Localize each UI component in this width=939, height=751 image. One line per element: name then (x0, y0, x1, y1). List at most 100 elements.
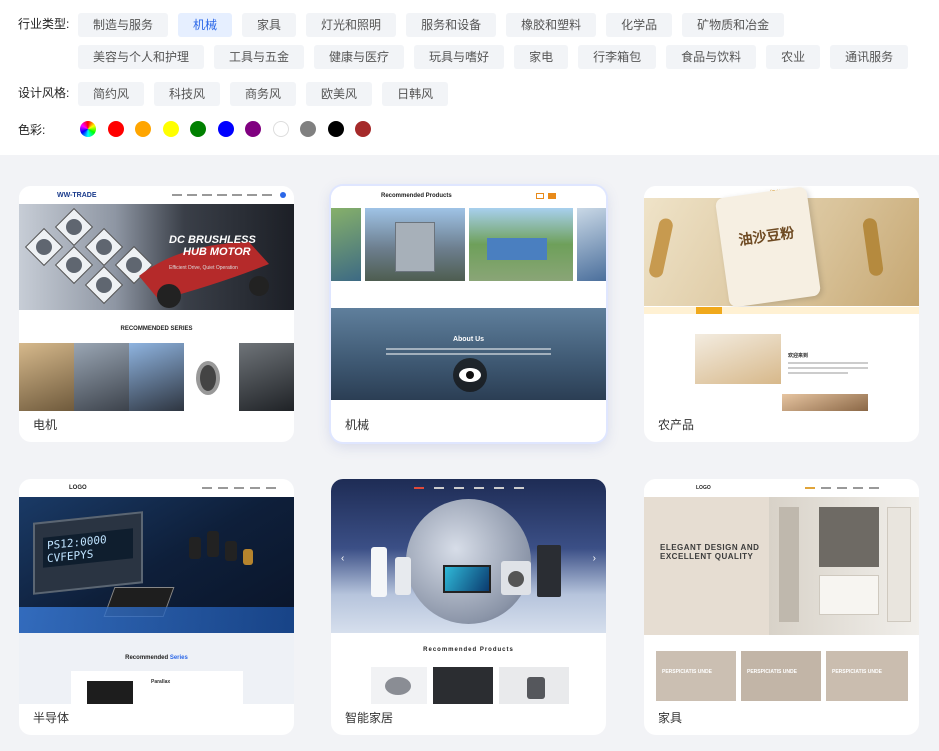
agriculture-product-photo (695, 334, 781, 384)
industry-chip[interactable]: 健康与医疗 (314, 45, 405, 69)
template-card-machinery[interactable]: Recommended Products About Us 机械 (331, 186, 606, 442)
semiconductor-thumbnail: LOGO PS12:0000 CVFEPYS Recommended Serie… (19, 479, 294, 704)
motor-product-photo-5 (239, 343, 294, 411)
card-caption: 机械 (345, 418, 370, 432)
furniture-tile-1: PERSPICIATIS UNDE (656, 651, 736, 701)
color-swatch-group (80, 121, 383, 137)
industry-chip[interactable]: 矿物质和冶金 (682, 13, 785, 37)
agriculture-thumbnail: 红黄花米 油沙豆粉 欢迎来到 (644, 186, 919, 411)
smart-home-next-arrow-icon[interactable]: › (593, 553, 596, 564)
motor-hero-title-1: DC BRUSHLESS (169, 234, 256, 246)
industry-chip[interactable]: 行李箱包 (578, 45, 657, 69)
color-swatch[interactable] (135, 121, 151, 137)
motor-product-photo-3 (129, 343, 184, 411)
furniture-thumbnail: LOGO ELEGANT DESIGN AND EXCELLENT QUALIT… (644, 479, 919, 704)
semiconductor-section-title-b: Series (169, 655, 188, 661)
furniture-hero: ELEGANT DESIGN AND EXCELLENT QUALITY (644, 497, 919, 635)
motor-section-title: RECOMMENDED SERIES (120, 326, 193, 332)
preview-eye-icon[interactable] (453, 358, 487, 392)
motor-site-logo: WW-TRADE (57, 191, 97, 199)
color-swatch[interactable] (300, 121, 316, 137)
industry-chip[interactable]: 化学品 (606, 13, 673, 37)
style-label: 设计风格: (18, 86, 70, 100)
color-swatch[interactable] (327, 121, 344, 137)
industry-chip[interactable]: 机械 (178, 13, 233, 37)
industry-chip[interactable]: 家具 (242, 13, 297, 37)
card-caption: 半导体 (33, 711, 70, 725)
template-card-smart-home[interactable]: ‹ › Recommended Products 智能家居 (331, 479, 606, 735)
color-swatch-all[interactable] (80, 121, 96, 137)
color-swatch[interactable] (272, 121, 289, 137)
semiconductor-site-logo: LOGO (69, 485, 87, 491)
industry-chip[interactable]: 制造与服务 (78, 13, 169, 37)
color-swatch[interactable] (355, 121, 371, 137)
style-chip[interactable]: 日韩风 (382, 82, 449, 106)
template-grid: WW-TRADE DC BRUSHLESS HUB MOTOR Efficien… (0, 155, 939, 751)
template-card-motor[interactable]: WW-TRADE DC BRUSHLESS HUB MOTOR Efficien… (19, 186, 294, 442)
industry-chip[interactable]: 食品与饮料 (666, 45, 757, 69)
motor-product-photo-2 (74, 343, 129, 411)
smart-home-section-title: Recommended Products (423, 647, 514, 653)
furniture-tile-1-text: PERSPICIATIS UNDE (662, 669, 712, 675)
industry-chip[interactable]: 工具与五金 (214, 45, 305, 69)
furniture-tile-3-text: PERSPICIATIS UNDE (832, 669, 882, 675)
machinery-about-banner: About Us (331, 308, 606, 400)
machinery-photo-2 (365, 208, 465, 281)
furniture-tile-2: PERSPICIATIS UNDE (741, 651, 821, 701)
semiconductor-section-title-a: Recommended (125, 655, 169, 661)
machinery-photo-4 (577, 208, 606, 281)
style-chip[interactable]: 简约风 (78, 82, 145, 106)
color-swatch[interactable] (162, 121, 179, 137)
color-label: 色彩: (18, 123, 46, 137)
industry-chip[interactable]: 农业 (766, 45, 821, 69)
industry-chip[interactable]: 橡胶和塑料 (506, 13, 597, 37)
style-chip[interactable]: 欧美风 (306, 82, 373, 106)
industry-chip[interactable]: 玩具与嗜好 (414, 45, 505, 69)
motor-hero-subtitle: Efficient Drive, Quiet Operation (169, 265, 238, 271)
card-caption: 电机 (33, 418, 58, 432)
industry-chip[interactable]: 通讯服务 (830, 45, 909, 69)
motor-product-photo-4 (184, 343, 239, 411)
agriculture-bag-text: 油沙豆粉 (737, 224, 796, 248)
industry-chip[interactable]: 美容与个人和护理 (78, 45, 205, 69)
machinery-photo-3 (469, 208, 573, 281)
template-card-furniture[interactable]: LOGO ELEGANT DESIGN AND EXCELLENT QUALIT… (644, 479, 919, 735)
semiconductor-item-title: Parallax (151, 679, 171, 685)
style-chip[interactable]: 商务风 (230, 82, 297, 106)
agriculture-hero: 油沙豆粉 (644, 186, 919, 308)
smart-home-prev-arrow-icon[interactable]: ‹ (341, 553, 344, 564)
template-card-agriculture[interactable]: 红黄花米 油沙豆粉 欢迎来到 农产品 (644, 186, 919, 442)
color-swatch[interactable] (190, 121, 206, 137)
smart-home-hero: ‹ › (331, 479, 606, 633)
furniture-hero-title-1: ELEGANT DESIGN AND (660, 543, 760, 552)
color-swatch[interactable] (245, 121, 261, 137)
industry-chip-group: 制造与服务 机械 家具 灯光和照明 服务和设备 橡胶和塑料 化学品 矿物质和冶金美容与个人和护… (78, 13, 929, 77)
furniture-hero-title-2: EXCELLENT QUALITY (660, 552, 754, 561)
motor-product-photo-1 (19, 343, 74, 411)
style-chip[interactable]: 科技风 (154, 82, 221, 106)
agriculture-product-title: 欢迎来到 (788, 353, 809, 359)
style-chip-group: 简约风 科技风 商务风 欧美风 日韩风 (78, 82, 929, 114)
card-caption: 智能家居 (345, 711, 394, 725)
card-caption: 农产品 (658, 418, 695, 432)
industry-label: 行业类型: (18, 17, 70, 31)
color-swatch[interactable] (107, 121, 124, 137)
motor-thumbnail: WW-TRADE DC BRUSHLESS HUB MOTOR Efficien… (19, 186, 294, 411)
furniture-tile-2-text: PERSPICIATIS UNDE (747, 669, 797, 675)
industry-chip[interactable]: 服务和设备 (406, 13, 497, 37)
motor-hero-banner: DC BRUSHLESS HUB MOTOR Efficient Drive, … (19, 204, 294, 310)
machinery-thumbnail: Recommended Products About Us (331, 186, 606, 411)
motor-hero-title-2: HUB MOTOR (183, 246, 251, 258)
filter-panel: 行业类型: 制造与服务 机械 家具 灯光和照明 服务和设备 橡胶和塑料 化学品 矿物质和冶金美… (0, 0, 939, 155)
industry-chip[interactable]: 家电 (514, 45, 569, 69)
furniture-tile-3: PERSPICIATIS UNDE (826, 651, 908, 701)
semiconductor-hero: PS12:0000 CVFEPYS (19, 497, 294, 633)
smart-home-thumbnail: ‹ › Recommended Products (331, 479, 606, 704)
industry-chip[interactable]: 灯光和照明 (306, 13, 397, 37)
template-card-semiconductor[interactable]: LOGO PS12:0000 CVFEPYS Recommended Serie… (19, 479, 294, 735)
machinery-header-title: Recommended Products (381, 193, 452, 199)
machinery-about-title: About Us (452, 336, 485, 343)
furniture-site-logo: LOGO (696, 485, 711, 491)
color-swatch[interactable] (217, 121, 234, 137)
card-caption: 家具 (658, 711, 683, 725)
